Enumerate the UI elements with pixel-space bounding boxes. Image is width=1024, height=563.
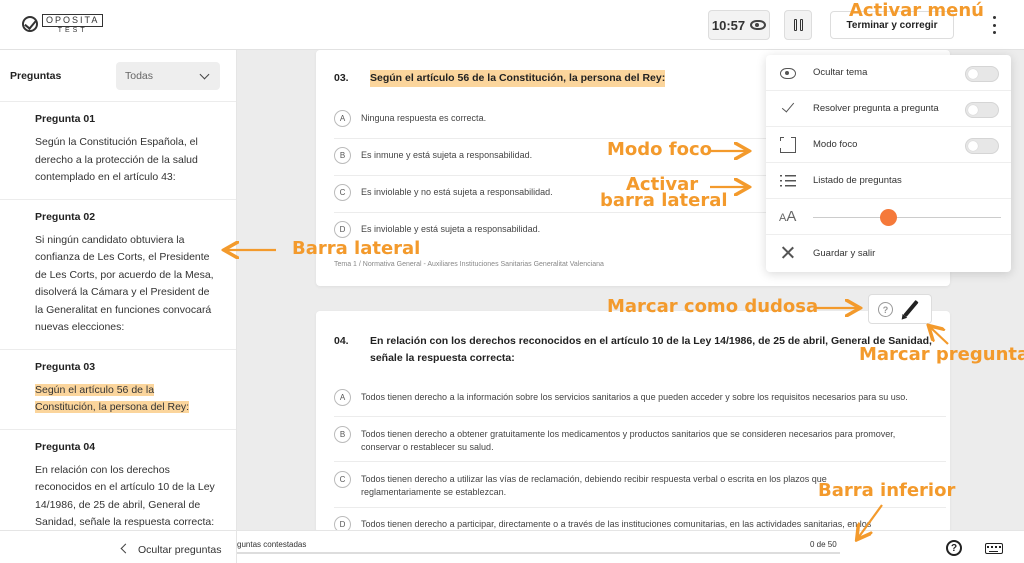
answer-option[interactable]: A Todos tienen derecho a la información … [334,389,946,406]
more-menu-icon[interactable] [990,16,998,34]
question-text: Según el artículo 56 de la Constitución,… [370,70,666,87]
option-letter: A [334,110,351,127]
chevron-left-icon [120,543,131,554]
option-letter: C [334,184,351,201]
sidebar: Preguntas Todas Pregunta 01 Según la Con… [0,50,237,530]
option-text: Ninguna respuesta es correcta. [361,113,487,123]
option-text: Todos tienen derecho a obtener gratuitam… [361,429,896,452]
question-number: 04. [334,335,349,347]
progress-bar [237,552,840,554]
hide-questions-label: Ocultar preguntas [138,544,222,556]
menu-item-label: Resolver pregunta a pregunta [813,103,939,114]
list-icon [780,173,796,189]
chevron-down-icon [199,69,210,80]
menu-item-question-list[interactable]: Listado de preguntas [766,163,1011,199]
annotation-barra-inferior: Barra inferior [818,480,956,501]
menu-item-label: Listado de preguntas [813,175,902,186]
annotation-modo-foco: Modo foco [607,139,713,160]
resolve-each-toggle[interactable] [965,102,999,118]
divider [334,416,946,417]
question-item-text: Según el artículo 56 de la Constitución,… [35,383,190,413]
question-item-text: Si ningún candidato obtuviera la confian… [35,233,214,334]
menu-item-label: Guardar y salir [813,247,876,259]
question-item-label: Pregunta 04 [35,440,96,453]
slider-thumb[interactable] [880,209,898,226]
sidebar-title: Preguntas [10,69,62,82]
focus-mode-toggle[interactable] [965,138,999,154]
annotation-marcar-dudosa: Marcar como dudosa [607,296,819,317]
divider [334,507,946,508]
timer-toggle[interactable]: 10:57 [708,10,770,40]
options-menu: Ocultar tema Resolver pregunta a pregunt… [766,55,1011,272]
menu-item-resolve-each[interactable]: Resolver pregunta a pregunta [766,91,1011,127]
answered-count: 0 de 50 [810,540,837,549]
question-text: En relación con los derechos reconocidos… [370,335,932,364]
question-item-text: Según la Constitución Española, el derec… [35,136,198,183]
question-filter-select[interactable]: Todas [116,62,220,90]
fullscreen-icon [779,136,796,153]
keyboard-icon[interactable] [985,543,1003,554]
sidebar-question-item[interactable]: Pregunta 02 Si ningún candidato obtuvier… [0,200,236,350]
question-item-label: Pregunta 01 [35,113,96,125]
option-text: Es inviolable y no está sujeta a respons… [361,187,553,197]
answer-option[interactable]: B Todos tienen derecho a obtener gratuit… [334,426,946,454]
bottom-bar: guntas contestadas 0 de 50 ? [237,530,1024,563]
option-letter: D [334,221,351,238]
menu-item-label: Modo foco [813,139,858,150]
menu-item-focus-mode[interactable]: Modo foco [766,127,1011,163]
annotation-marcar-pregunta: Marcar pregunta [859,344,1024,365]
menu-item-font-size: AA [766,199,1011,235]
close-icon [780,245,796,261]
annotation-activar-barra-2: barra lateral [600,190,728,211]
answered-questions-label: guntas contestadas [237,540,307,549]
eye-icon [780,68,796,79]
option-letter: A [334,389,351,406]
sidebar-question-item-active[interactable]: Pregunta 03 Según el artículo 56 de la C… [0,350,236,430]
sidebar-question-item[interactable]: Pregunta 01 Según la Constitución Españo… [0,102,236,200]
check-icon [780,100,796,116]
menu-item-save-exit[interactable]: Guardar y salir [766,235,1011,271]
hide-topic-toggle[interactable] [965,66,999,82]
sidebar-header: Preguntas Todas [0,50,236,102]
question-number: 03. [334,72,349,84]
font-size-slider[interactable] [813,209,1001,226]
pause-button[interactable] [784,10,812,40]
option-letter: C [334,471,351,488]
question-item-text: En relación con los derechos reconocidos… [35,463,215,529]
timer-value: 10:57 [711,17,746,33]
question-topic-footer: Tema 1 / Normativa General - Auxiliares … [334,261,604,268]
hide-questions-button[interactable]: Ocultar preguntas [0,530,237,563]
menu-item-hide-topic[interactable]: Ocultar tema [766,55,1011,91]
option-letter: B [334,147,351,164]
eye-icon [750,20,767,30]
mark-doubtful-icon[interactable]: ? [878,302,893,317]
sidebar-question-item[interactable]: Pregunta 04 En relación con los derechos… [0,430,236,531]
font-size-icon: AA [779,208,797,225]
help-icon[interactable]: ? [946,540,962,556]
question-header: 03. Según el artículo 56 de la Constituc… [334,70,666,87]
option-text: Es inviolable y está sujeta a responsabi… [361,224,541,234]
check-icon [22,16,38,32]
menu-item-label: Ocultar tema [813,67,868,78]
divider [334,461,946,462]
pause-icon [793,19,797,31]
annotation-barra-lateral: Barra lateral [292,238,421,259]
question-item-label: Pregunta 02 [35,210,96,223]
option-text: Es inmune y está sujeta a responsabilida… [361,150,533,160]
filter-value: Todas [125,70,154,82]
pencil-icon[interactable] [903,299,919,318]
question-mark-tools: ? [868,294,932,324]
question-item-label: Pregunta 03 [35,360,96,373]
question-header: 04. En relación con los derechos reconoc… [334,333,934,367]
logo[interactable]: OPOSITA TEST [22,14,104,34]
option-text: Todos tienen derecho a utilizar las vías… [361,474,827,497]
option-text: Todos tienen derecho a la información so… [361,392,908,402]
logo-text-top: OPOSITA [42,14,104,27]
annotation-activar-menu: Activar menú [849,0,984,21]
option-letter: B [334,426,351,443]
logo-text-bottom: TEST [57,27,88,34]
